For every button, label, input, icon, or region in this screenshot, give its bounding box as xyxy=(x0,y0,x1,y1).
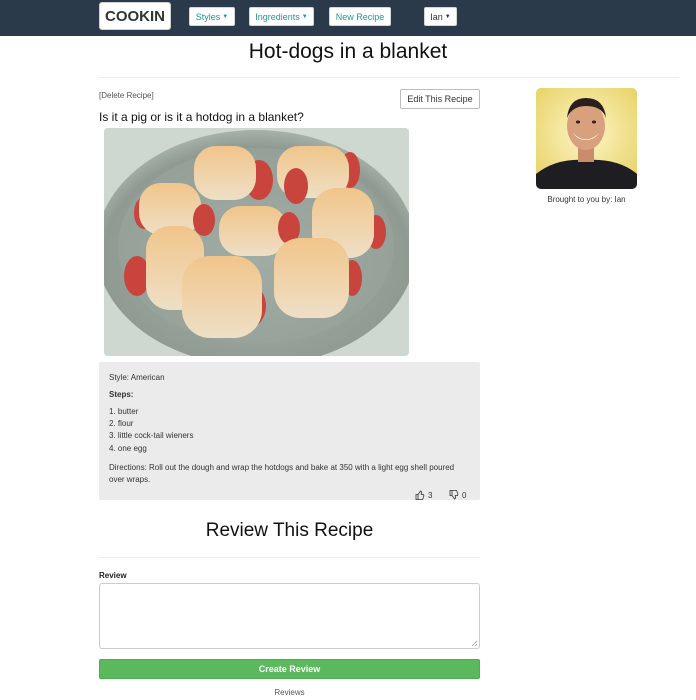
divider xyxy=(99,77,679,78)
upvote-button[interactable]: 3 xyxy=(415,490,432,500)
user-menu[interactable]: Ian ▼ xyxy=(424,7,457,26)
ingredients-label: Ingredients xyxy=(255,11,300,22)
thumbs-up-icon xyxy=(415,490,425,500)
recipe-style: Style: American xyxy=(109,373,165,382)
upvote-count: 3 xyxy=(428,490,433,500)
step-item: 1. butter xyxy=(109,407,139,416)
styles-label: Styles xyxy=(195,11,221,22)
downvote-count: 0 xyxy=(462,490,467,500)
review-heading: Review This Recipe xyxy=(205,520,374,541)
new-recipe-button[interactable]: New Recipe xyxy=(329,7,391,26)
recipe-directions: Directions: Roll out the dough and wrap … xyxy=(109,463,455,484)
author-avatar xyxy=(536,88,637,189)
caret-down-icon: ▼ xyxy=(444,13,451,20)
divider xyxy=(99,557,480,558)
recipe-details-panel: Style: American Steps: 1. butter 2. flou… xyxy=(99,362,480,500)
resize-handle-icon[interactable] xyxy=(470,639,478,647)
step-item: 4. one egg xyxy=(109,444,147,453)
reviews-heading: Reviews xyxy=(274,688,305,697)
recipe-photo xyxy=(104,128,409,356)
styles-dropdown[interactable]: Styles ▼ xyxy=(189,7,235,26)
thumbs-down-icon xyxy=(449,490,459,500)
edit-recipe-button[interactable]: Edit This Recipe xyxy=(400,89,480,109)
step-item: 2. flour xyxy=(109,419,134,428)
ingredients-dropdown[interactable]: Ingredients ▼ xyxy=(249,7,314,26)
brand-logo[interactable]: COOKIN xyxy=(99,2,171,30)
navbar: COOKIN Styles ▼ Ingredients ▼ New Recipe I… xyxy=(0,0,696,36)
review-label: Review xyxy=(99,571,127,580)
author-caption: Brought to you by: Ian xyxy=(547,195,626,204)
user-name: Ian xyxy=(430,11,443,22)
delete-recipe-link[interactable]: [Delete Recipe] xyxy=(99,91,154,100)
caret-down-icon: ▼ xyxy=(301,13,308,20)
create-review-button[interactable]: Create Review xyxy=(99,659,480,679)
page-title: Hot-dogs in a blanket xyxy=(248,40,448,63)
recipe-description: Is it a pig or is it a hotdog in a blank… xyxy=(99,110,304,124)
steps-heading: Steps: xyxy=(109,390,134,399)
step-item: 3. little cock-tail wieners xyxy=(109,431,194,440)
review-input[interactable] xyxy=(99,583,480,649)
caret-down-icon: ▼ xyxy=(222,13,229,20)
downvote-button[interactable]: 0 xyxy=(449,490,466,500)
